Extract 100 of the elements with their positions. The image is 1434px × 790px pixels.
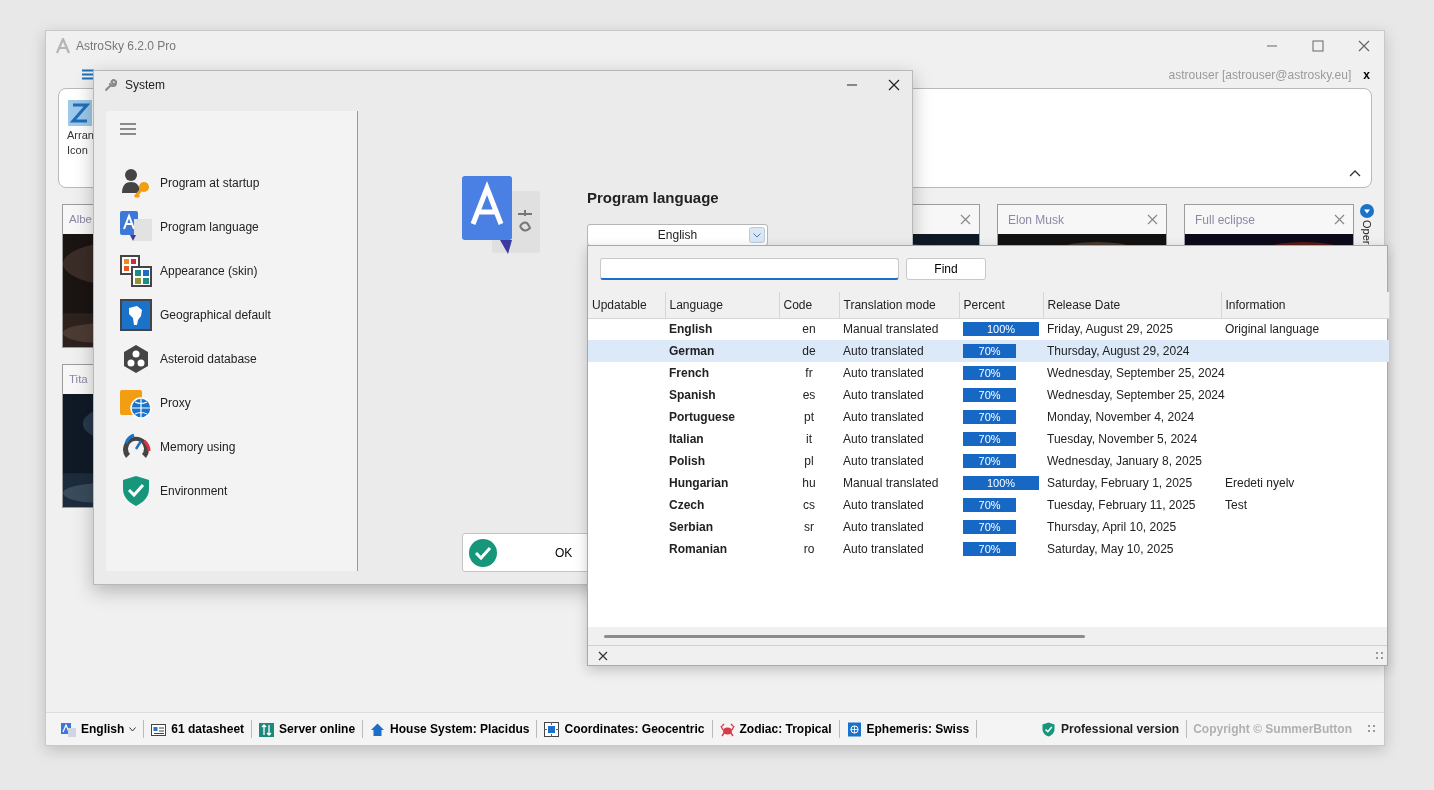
copyright-text: Copyright © SummerButton bbox=[1192, 721, 1352, 738]
column-header[interactable]: Percent bbox=[959, 292, 1043, 318]
ok-button[interactable]: OK bbox=[462, 533, 590, 572]
sidebar-item[interactable]: Proxy bbox=[120, 381, 191, 425]
card-title: Tita bbox=[69, 371, 88, 387]
table-cell-text: es bbox=[801, 387, 817, 404]
table-cell-text: Test bbox=[1224, 497, 1248, 514]
percent-bar: 70% bbox=[963, 388, 1017, 402]
table-cell: German bbox=[665, 340, 779, 362]
table-cell-text: Portuguese bbox=[668, 409, 736, 426]
table-cell-text: it bbox=[805, 431, 813, 448]
table-cell-text: Auto translated bbox=[842, 519, 925, 536]
table-cell: English bbox=[665, 318, 779, 340]
shield-check-icon bbox=[120, 475, 152, 507]
globe-icon bbox=[846, 721, 862, 737]
table-cell-text: Saturday, February 1, 2025 bbox=[1046, 475, 1194, 492]
table-cell-text: Polish bbox=[668, 453, 706, 470]
resize-grip-icon bbox=[1368, 725, 1376, 733]
person-key-icon bbox=[120, 167, 152, 199]
status-item[interactable]: Ephemeris: Swiss bbox=[839, 720, 978, 738]
find-button[interactable]: Find bbox=[906, 258, 986, 280]
palette-grid-icon bbox=[120, 255, 152, 287]
shield-check-icon bbox=[1042, 721, 1056, 737]
column-header[interactable]: Release Date bbox=[1043, 292, 1221, 318]
arrange-icons-button[interactable]: Arran Icon bbox=[67, 99, 94, 157]
sidebar-item[interactable]: Environment bbox=[120, 469, 228, 513]
scrollbar-thumb[interactable] bbox=[604, 634, 1085, 638]
column-header[interactable]: Translation mode bbox=[839, 292, 959, 318]
percent-bar: 100% bbox=[963, 322, 1039, 337]
column-header[interactable]: Code bbox=[779, 292, 839, 318]
search-field[interactable] bbox=[600, 258, 899, 280]
table-cell-text: Auto translated bbox=[842, 453, 925, 470]
column-header[interactable]: Language bbox=[665, 292, 779, 318]
table-cell: Thursday, August 29, 2024 bbox=[1043, 340, 1221, 362]
table-cell-text: cs bbox=[802, 497, 816, 514]
sidebar-item[interactable]: Program at startup bbox=[120, 161, 260, 205]
menu-icon[interactable] bbox=[120, 123, 136, 135]
sidebar-item[interactable]: Appearance (skin) bbox=[120, 249, 258, 293]
side-tab[interactable]: Oper bbox=[1360, 220, 1374, 245]
table-cell-text: pl bbox=[803, 453, 815, 470]
folder-globe-icon bbox=[120, 387, 152, 419]
percent-bar: 70% bbox=[963, 344, 1017, 358]
status-item[interactable]: Server online bbox=[252, 720, 364, 738]
section-heading: Program language bbox=[587, 188, 719, 208]
sign-out-button[interactable]: x bbox=[1363, 68, 1370, 81]
percent-bar: 70% bbox=[963, 432, 1017, 446]
crosshair-icon bbox=[544, 721, 560, 737]
table-cell-text: Monday, November 4, 2024 bbox=[1046, 409, 1196, 426]
check-circle-icon bbox=[469, 538, 497, 567]
table-cell: Manual translated bbox=[839, 318, 959, 340]
close-icon[interactable] bbox=[598, 650, 608, 661]
menu-icon[interactable] bbox=[82, 69, 94, 80]
table-cell-text: hu bbox=[801, 475, 817, 492]
table-cell: French bbox=[665, 362, 779, 384]
percent-bar: 70% bbox=[963, 542, 1017, 556]
table-cell-text: Eredeti nyelv bbox=[1224, 475, 1296, 492]
sidebar-item[interactable]: Memory using bbox=[120, 425, 236, 469]
table-cell: Original language bbox=[1221, 318, 1389, 340]
status-item[interactable]: Zodiac: Tropical bbox=[712, 720, 840, 738]
table-cell-text: Serbian bbox=[668, 519, 714, 536]
dialog-title: System bbox=[125, 77, 165, 94]
table-cell-text: Italian bbox=[668, 431, 705, 448]
table-cell-text: Auto translated bbox=[842, 497, 925, 514]
app-logo-icon bbox=[56, 38, 70, 54]
column-header[interactable]: Information bbox=[1221, 292, 1389, 318]
crab-icon bbox=[719, 721, 735, 737]
column-header[interactable]: Updatable bbox=[588, 292, 665, 318]
card-title: Full eclipse bbox=[1195, 211, 1256, 229]
collapse-icon[interactable] bbox=[1349, 169, 1361, 177]
table-cell: en bbox=[779, 318, 839, 340]
caret-icon bbox=[129, 726, 137, 732]
maximize-button[interactable] bbox=[1312, 40, 1324, 52]
card-title: Albe bbox=[69, 211, 93, 227]
table-cell: Auto translated bbox=[839, 362, 959, 384]
language-icon bbox=[61, 721, 76, 737]
table-cell: de bbox=[779, 340, 839, 362]
translate-icon bbox=[462, 176, 542, 256]
sidebar-item[interactable]: Program language bbox=[120, 205, 259, 249]
table-cell-text: Manual translated bbox=[842, 475, 940, 492]
language-selector[interactable]: English bbox=[54, 720, 145, 738]
sidebar-item[interactable]: Asteroid database bbox=[120, 337, 257, 381]
table-cell-text: Auto translated bbox=[842, 541, 925, 558]
status-item[interactable]: House System: Placidus bbox=[363, 720, 538, 738]
table-cell-text: Thursday, April 10, 2025 bbox=[1046, 519, 1178, 536]
table-cell-text: Czech bbox=[668, 497, 706, 514]
table-cell: Auto translated bbox=[839, 340, 959, 362]
id-card-icon bbox=[151, 721, 167, 737]
resize-grip-icon bbox=[1376, 652, 1383, 659]
close-button[interactable] bbox=[888, 79, 900, 91]
status-item[interactable]: Coordinates: Geocentric bbox=[537, 720, 713, 738]
table-cell-text: Tuesday, November 5, 2024 bbox=[1046, 431, 1199, 448]
dropdown-circle-icon[interactable] bbox=[1360, 204, 1374, 218]
table-cell-text: Auto translated bbox=[842, 431, 925, 448]
table-cell-text: Spanish bbox=[668, 387, 717, 404]
table-cell: Friday, August 29, 2025 bbox=[1043, 318, 1221, 340]
language-dropdown[interactable]: English bbox=[587, 224, 768, 246]
arrange-icon bbox=[67, 99, 93, 127]
percent-bar: 70% bbox=[963, 366, 1017, 380]
sidebar-item[interactable]: Geographical default bbox=[120, 293, 271, 337]
status-item[interactable]: 61 datasheet bbox=[144, 720, 253, 738]
